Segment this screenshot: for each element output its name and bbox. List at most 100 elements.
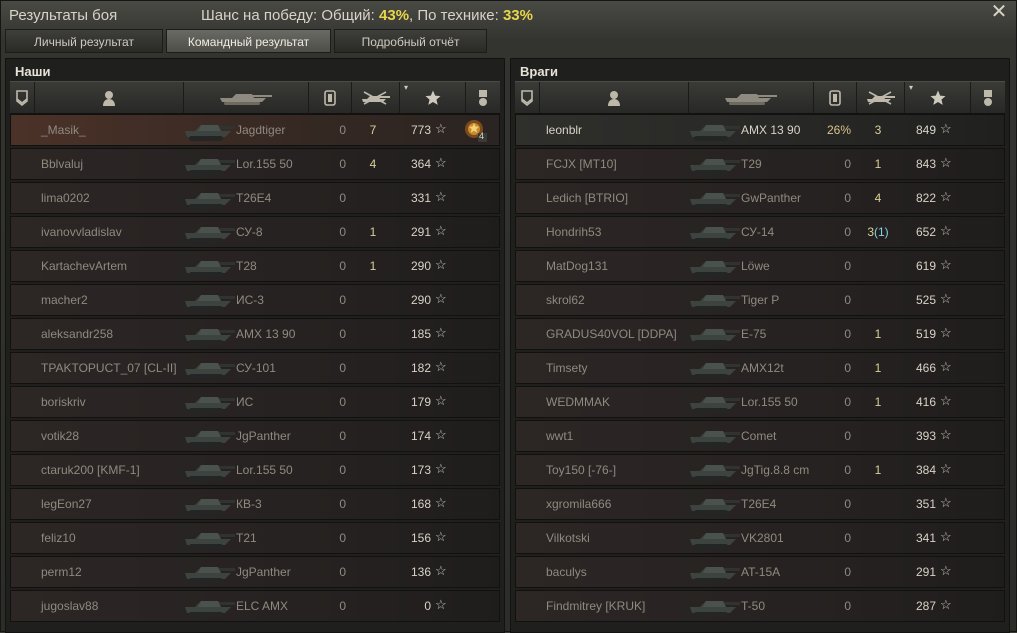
kills-count: 1 xyxy=(874,395,882,409)
kills-count: 1 xyxy=(874,327,882,341)
tank-name: T-50 xyxy=(741,599,766,613)
left-player-row[interactable]: ctaruk200 [KMF-1] Lor.155 50 0 173 ☆ xyxy=(10,454,500,486)
tank-icon xyxy=(181,389,237,415)
left-player-row[interactable]: ivanovvladislav СУ-8 0 1 291 ☆ xyxy=(10,216,500,248)
xp-value: 619 xyxy=(915,259,936,273)
close-icon[interactable]: ✕ xyxy=(990,2,1008,22)
tank-icon xyxy=(686,423,742,449)
kills-sub: (1) xyxy=(874,225,889,239)
player-name: skrol62 xyxy=(546,293,585,307)
left-player-row[interactable]: lima0202 T26E4 0 331 ☆ xyxy=(10,182,500,214)
header-cell-badge[interactable] xyxy=(515,82,540,113)
xp-star-icon: ☆ xyxy=(940,121,952,136)
kills-count: 1 xyxy=(874,361,882,375)
kills-value: 3 xyxy=(861,123,895,137)
right-player-row[interactable]: wwt1 Comet 0 393 ☆ xyxy=(515,420,1005,452)
medal-icon: 4 xyxy=(463,118,487,142)
left-player-row[interactable]: boriskriv ИС 0 179 ☆ xyxy=(10,386,500,418)
xp-value: 519 xyxy=(915,327,936,341)
left-team-header: ▾ xyxy=(10,81,500,114)
tank-name: Lor.155 50 xyxy=(236,463,293,477)
titlebar: Результаты боя Шанс на победу: Общий: 43… xyxy=(1,1,1016,31)
xp-star-icon: ☆ xyxy=(940,257,952,272)
xp-star-icon: ☆ xyxy=(435,121,447,136)
right-player-row[interactable]: Vilkotski VK2801 0 341 ☆ xyxy=(515,522,1005,554)
tank-icon xyxy=(686,389,742,415)
right-player-row[interactable]: leonblr AMX 13 90 26% 3 849 ☆ xyxy=(515,114,1005,146)
tank-name: AMX 13 90 xyxy=(236,327,296,341)
left-player-row[interactable]: jugoslav88 ELC AMX 0 0 ☆ xyxy=(10,590,500,622)
header-cell-xp-star[interactable]: ▾ xyxy=(905,82,971,113)
tank-name: ИС xyxy=(236,395,254,409)
right-player-row[interactable]: Timsety AMX12t 0 1 466 ☆ xyxy=(515,352,1005,384)
right-player-row[interactable]: xgromila666 T26E4 0 351 ☆ xyxy=(515,488,1005,520)
damage-value: 0 xyxy=(339,361,346,375)
tab-detailed[interactable]: Подробный отчёт xyxy=(334,29,487,53)
header-cell-kills[interactable] xyxy=(352,82,400,113)
right-player-row[interactable]: skrol62 Tiger P 0 525 ☆ xyxy=(515,284,1005,316)
player-name: WEDMMAK xyxy=(546,395,610,409)
right-player-row[interactable]: baculys AT-15A 0 291 ☆ xyxy=(515,556,1005,588)
left-player-row[interactable]: _Masik_ Jagdtiger 0 7 773 ☆ 4 xyxy=(10,114,500,146)
right-player-row[interactable]: GRADUS40VOL [DDPA] E-75 0 1 519 ☆ xyxy=(515,318,1005,350)
damage-value: 0 xyxy=(844,293,851,307)
header-cell-tank[interactable] xyxy=(184,82,309,113)
right-player-row[interactable]: Findmitrey [KRUK] T-50 0 287 ☆ xyxy=(515,590,1005,622)
tank-name: СУ-8 xyxy=(236,225,263,239)
xp-value: 466 xyxy=(915,361,936,375)
right-player-row[interactable]: FCJX [MT10] T29 0 1 843 ☆ xyxy=(515,148,1005,180)
xp-value: 364 xyxy=(410,157,431,171)
left-player-row[interactable]: KartachevArtem T28 0 1 290 ☆ xyxy=(10,250,500,282)
tab-team[interactable]: Командный результат xyxy=(166,29,331,53)
left-player-row[interactable]: votik28 JgPanther 0 174 ☆ xyxy=(10,420,500,452)
kills-count: 1 xyxy=(369,225,377,239)
window-title: Результаты боя xyxy=(9,7,118,24)
left-player-row[interactable]: Bblvaluj Lor.155 50 0 4 364 ☆ xyxy=(10,148,500,180)
right-player-row[interactable]: Toy150 [-76-] JgTig.8.8 cm 0 1 384 ☆ xyxy=(515,454,1005,486)
tank-name: JgTig.8.8 cm xyxy=(741,463,810,477)
win-chance-overall: 43% xyxy=(379,7,410,24)
right-player-row[interactable]: Hondrih53 СУ-14 0 3(1) 652 ☆ xyxy=(515,216,1005,248)
damage-value: 0 xyxy=(844,463,851,477)
player-name: KartachevArtem xyxy=(41,259,128,273)
xp-star-icon: ☆ xyxy=(435,427,447,442)
tank-name: T28 xyxy=(236,259,257,273)
left-player-row[interactable]: aleksandr258 AMX 13 90 0 185 ☆ xyxy=(10,318,500,350)
header-cell-player[interactable] xyxy=(35,82,184,113)
right-player-row[interactable]: WEDMMAK Lor.155 50 0 1 416 ☆ xyxy=(515,386,1005,418)
xp-value: 331 xyxy=(410,191,431,205)
damage-value: 0 xyxy=(844,225,851,239)
win-chance-vehicles: 33% xyxy=(502,7,533,24)
left-player-row[interactable]: TPAKTOPUCT_07 [CL-II] СУ-101 0 182 ☆ xyxy=(10,352,500,384)
left-player-row[interactable]: macher2 ИС-3 0 290 ☆ xyxy=(10,284,500,316)
header-cell-badge[interactable] xyxy=(10,82,35,113)
tank-icon xyxy=(181,253,237,279)
kills-count: 4 xyxy=(874,191,882,205)
header-cell-player[interactable] xyxy=(540,82,689,113)
xp-value: 341 xyxy=(915,531,936,545)
left-player-row[interactable]: feliz10 T21 0 156 ☆ xyxy=(10,522,500,554)
tank-name: JgPanther xyxy=(236,429,291,443)
header-cell-damage[interactable] xyxy=(309,82,352,113)
header-cell-medal[interactable] xyxy=(466,82,500,113)
right-player-row[interactable]: MatDog131 Löwe 0 619 ☆ xyxy=(515,250,1005,282)
damage-value: 0 xyxy=(844,327,851,341)
kills-value: 3(1) xyxy=(861,225,895,239)
xp-star-icon: ☆ xyxy=(435,563,447,578)
left-player-row[interactable]: perm12 JgPanther 0 136 ☆ xyxy=(10,556,500,588)
header-cell-damage[interactable] xyxy=(814,82,857,113)
player-name: macher2 xyxy=(41,293,88,307)
tank-name: Lor.155 50 xyxy=(741,395,798,409)
left-player-row[interactable]: legEon27 КВ-3 0 168 ☆ xyxy=(10,488,500,520)
header-cell-tank[interactable] xyxy=(689,82,814,113)
right-team-header: ▾ xyxy=(515,81,1005,114)
header-cell-xp-star[interactable]: ▾ xyxy=(400,82,466,113)
header-cell-kills[interactable] xyxy=(857,82,905,113)
player-name: GRADUS40VOL [DDPA] xyxy=(546,327,677,341)
right-team-panel: Враги ▾ leonblr AMX 13 90 26% 3 849 ☆ FCJX [MT… xyxy=(510,58,1010,633)
xp-star-icon: ☆ xyxy=(435,155,447,170)
header-cell-medal[interactable] xyxy=(971,82,1005,113)
right-player-row[interactable]: Ledich [BTRIO] GwPanther 0 4 822 ☆ xyxy=(515,182,1005,214)
tab-personal[interactable]: Личный результат xyxy=(5,29,163,53)
damage-value: 0 xyxy=(339,463,346,477)
